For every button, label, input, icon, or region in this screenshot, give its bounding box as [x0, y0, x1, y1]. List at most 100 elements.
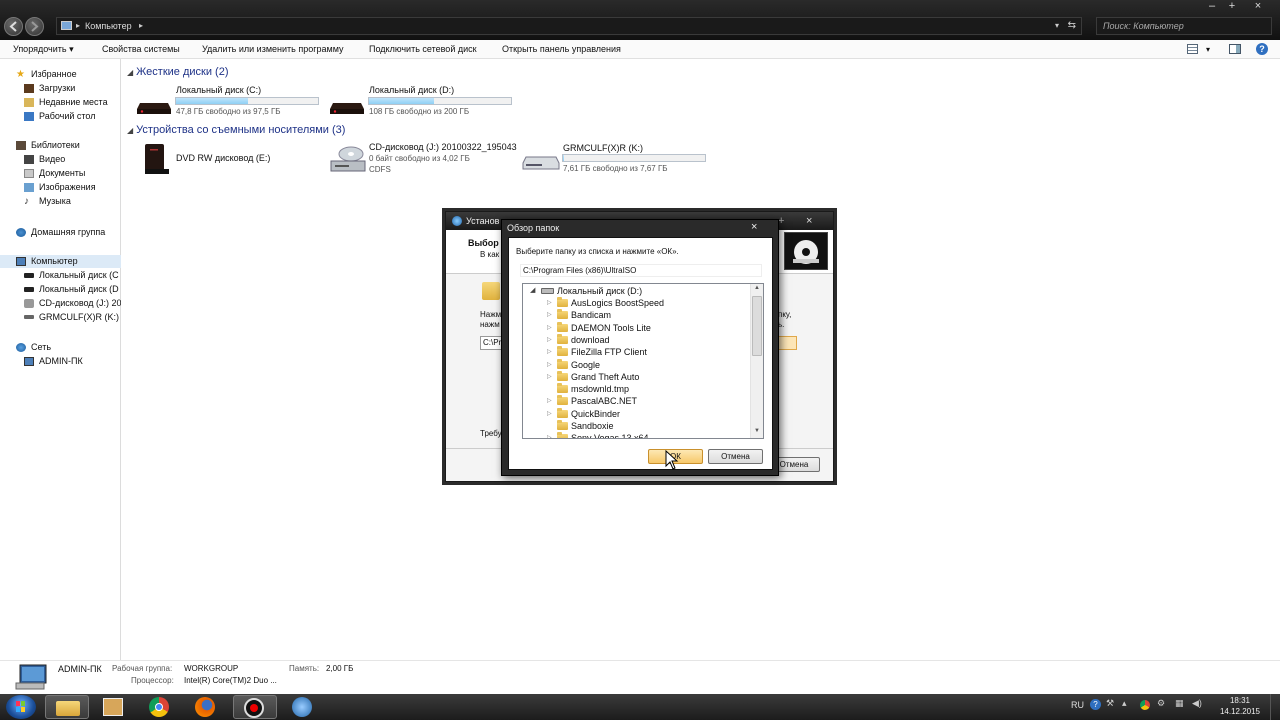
tray-icon-1[interactable]: ⚒ — [1106, 698, 1114, 709]
network-tray-icon[interactable]: ▦ — [1175, 698, 1184, 709]
nav-recent[interactable]: Недавние места — [0, 96, 121, 109]
expand-arrow-icon[interactable]: ▷ — [547, 395, 552, 407]
details-cpu-label: Процессор: — [131, 676, 174, 685]
address-bar[interactable]: ▸ Компьютер ▸ ▾ ⇆ — [56, 17, 1082, 35]
nav-admin-pc[interactable]: ADMIN-ПК — [0, 355, 121, 368]
search-input[interactable]: Поиск: Компьютер — [1096, 17, 1272, 35]
folder-icon — [557, 321, 568, 332]
drive-d-name: Локальный диск (D:) — [369, 85, 455, 95]
expand-arrow-icon[interactable]: ▷ — [547, 359, 552, 371]
breadcrumb-computer[interactable]: Компьютер — [85, 18, 132, 34]
nav-network[interactable]: Сеть — [0, 341, 121, 354]
nav-video[interactable]: Видео — [0, 153, 121, 166]
taskbar-ultraiso[interactable] — [280, 695, 324, 719]
nav-music[interactable]: ♪ Музыка — [0, 195, 121, 208]
address-dropdown-icon[interactable]: ▾ — [1055, 18, 1059, 34]
forward-button[interactable] — [25, 17, 44, 36]
drive-d-free-space: 108 ГБ свободно из 200 ГБ — [369, 107, 470, 116]
browse-close-button[interactable]: × — [751, 221, 757, 233]
folder-tree[interactable]: ◢ Локальный диск (D:) ▷ AusLogics BoostSp… — [522, 283, 764, 439]
installer-close-button[interactable]: × — [806, 212, 812, 230]
expand-arrow-icon[interactable]: ▷ — [547, 334, 552, 346]
expand-arrow-icon[interactable]: ▷ — [547, 297, 552, 309]
open-control-panel-button[interactable]: Открыть панель управления — [502, 40, 621, 59]
nav-usb-k[interactable]: GRMCULF(X)R (K:) — [0, 311, 121, 324]
help-tray-icon[interactable]: ? — [1090, 699, 1101, 710]
installer-heading: Выбор — [468, 238, 499, 248]
tree-folder-label: PascalABC.NET — [571, 396, 638, 407]
nav-cd-j[interactable]: CD-дисковод (J:) 20 — [0, 297, 121, 310]
nav-documents-label: Документы — [39, 168, 86, 178]
documents-icon — [24, 169, 34, 178]
maximize-button[interactable]: + — [1220, 0, 1244, 13]
taskbar-firefox[interactable] — [183, 695, 227, 719]
clock-date[interactable]: 14.12.2015 — [1214, 707, 1266, 716]
dvd-drive-tile[interactable]: DVD RW дисковод (E:) — [140, 142, 320, 178]
expand-arrow-icon[interactable]: ▷ — [547, 371, 552, 383]
show-desktop-button[interactable] — [1270, 694, 1280, 720]
folder-icon — [557, 333, 568, 344]
chrome-tray-icon[interactable] — [1140, 700, 1150, 710]
nav-documents[interactable]: Документы — [0, 167, 121, 180]
folder-icon — [557, 432, 568, 438]
close-button[interactable]: × — [1246, 0, 1270, 13]
nav-disk-c-label: Локальный диск (C — [39, 270, 119, 280]
title-bar: ▸ Компьютер ▸ ▾ ⇆ Поиск: Компьютер – + × — [0, 0, 1280, 40]
nav-disk-c[interactable]: Локальный диск (C — [0, 269, 121, 282]
nav-favorites-label: Избранное — [31, 69, 77, 79]
taskbar-recorder[interactable] — [233, 695, 277, 719]
browse-cancel-button[interactable]: Отмена — [708, 449, 763, 464]
nav-disk-d[interactable]: Локальный диск (D — [0, 283, 121, 296]
tray-icon-2[interactable]: ⚙ — [1157, 698, 1165, 709]
taskbar-explorer[interactable] — [45, 695, 89, 719]
uninstall-program-button[interactable]: Удалить или изменить программу — [202, 40, 343, 59]
clock-time[interactable]: 18:31 — [1220, 696, 1260, 705]
expand-arrow-icon[interactable]: ▷ — [547, 408, 552, 420]
volume-icon[interactable]: ◀) — [1192, 698, 1202, 709]
drive-d-usage-bar — [368, 97, 512, 105]
scroll-thumb[interactable] — [752, 296, 762, 356]
start-button[interactable] — [6, 695, 36, 719]
nav-downloads[interactable]: Загрузки — [0, 82, 121, 95]
language-indicator[interactable]: RU — [1071, 700, 1084, 710]
taskbar-chrome[interactable] — [137, 695, 181, 719]
back-button[interactable] — [4, 17, 23, 36]
details-workgroup-value: WORKGROUP — [184, 664, 239, 673]
organize-button[interactable]: Упорядочить ▾ — [13, 40, 74, 59]
view-options-icon[interactable] — [1187, 44, 1198, 54]
hard-disks-group-header[interactable]: ◢ Жесткие диски (2) — [127, 66, 229, 78]
nav-homegroup[interactable]: Домашняя группа — [0, 226, 121, 239]
system-properties-button[interactable]: Свойства системы — [102, 40, 180, 59]
cd-drive-tile[interactable]: CD-дисковод (J:) 20100322_195043 0 байт … — [328, 140, 518, 176]
scroll-up-icon[interactable]: ▲ — [754, 285, 760, 291]
help-icon[interactable]: ? — [1256, 43, 1268, 55]
map-network-drive-button[interactable]: Подключить сетевой диск — [369, 40, 477, 59]
refresh-icon[interactable]: ⇆ — [1068, 18, 1076, 34]
nav-libraries[interactable]: Библиотеки — [0, 139, 121, 152]
breadcrumb-dropdown-icon[interactable]: ▸ — [139, 18, 143, 34]
details-pane: ADMIN-ПК Рабочая группа: WORKGROUP Памят… — [0, 660, 1280, 694]
view-dropdown-icon[interactable]: ▾ — [1206, 40, 1210, 59]
removable-group-header[interactable]: ◢ Устройства со съемными носителями (3) — [127, 124, 345, 136]
collapse-arrow-icon[interactable]: ◢ — [530, 285, 535, 297]
dvd-drive-icon — [145, 144, 169, 174]
preview-pane-icon[interactable] — [1229, 44, 1241, 54]
expand-arrow-icon[interactable]: ▷ — [547, 346, 552, 358]
nav-computer[interactable]: Компьютер — [0, 255, 121, 268]
tree-scrollbar[interactable]: ▲ ▼ — [750, 284, 763, 438]
usb-drive-tile[interactable]: GRMCULF(X)R (K:) 7,61 ГБ свободно из 7,6… — [521, 141, 711, 177]
installer-text-2: нажм — [480, 320, 500, 329]
taskbar-media-player[interactable] — [91, 695, 135, 719]
show-hidden-icons[interactable]: ▴ — [1122, 698, 1127, 709]
expand-arrow-icon[interactable]: ▷ — [547, 309, 552, 321]
drive-c-tile[interactable]: Локальный диск (C:) 47,8 ГБ свободно из … — [134, 84, 324, 118]
nav-images[interactable]: Изображения — [0, 181, 121, 194]
drive-d-tile[interactable]: Локальный диск (D:) 108 ГБ свободно из 2… — [327, 84, 517, 118]
expand-arrow-icon[interactable]: ▷ — [547, 432, 552, 438]
tree-folder-label: msdownld.tmp — [571, 384, 630, 395]
expand-arrow-icon[interactable]: ▷ — [547, 322, 552, 334]
scroll-down-icon[interactable]: ▼ — [754, 428, 760, 434]
browse-dialog-title: Обзор папок — [507, 223, 560, 233]
nav-desktop[interactable]: Рабочий стол — [0, 110, 121, 123]
nav-favorites[interactable]: ★ Избранное — [0, 68, 121, 81]
